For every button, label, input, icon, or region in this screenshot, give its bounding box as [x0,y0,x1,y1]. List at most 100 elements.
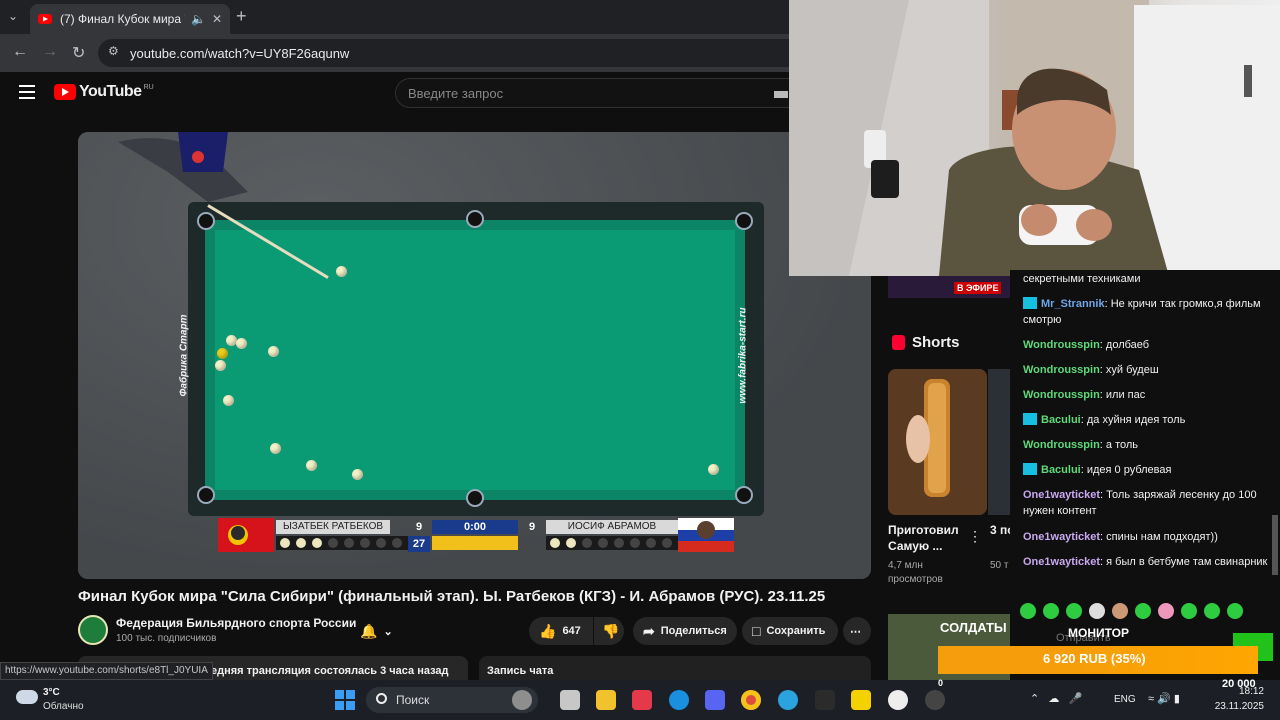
more-actions-button[interactable]: ⋯ [843,617,871,645]
telegram-icon[interactable] [778,690,798,710]
edge-icon[interactable] [669,690,689,710]
monitor-label: МОНИТОР [1068,626,1129,640]
ball [270,443,281,454]
youtube-logo[interactable]: YouTube RU [54,83,154,101]
forward-arrow-icon[interactable]: → [42,43,58,61]
youtube-search-input[interactable]: Введите запрос [395,78,790,108]
shorts-logo-icon [892,335,905,350]
chat-message: Wondrousspin: долбаеб [1023,339,1150,351]
chat-scrollbar[interactable] [1272,515,1278,575]
short-title-2[interactable]: 3 по Шта [990,522,1012,538]
subscriber-count: 100 тыс. подписчиков [116,633,217,644]
ball [268,346,279,357]
russia-flag-avatar [678,518,734,552]
player2-score: 9 [528,521,536,533]
browser-tab-active[interactable]: (7) Финал Кубок мира "Си 🔈 ✕ [30,4,230,34]
scoreboard: ЫЗАТБЕК РАТБЕКОВ 9 27 0:00 9 ИОСИФ АБРАМ… [218,518,736,552]
channel-avatar[interactable] [78,615,108,645]
taskbar-search-label: Поиск [396,693,430,707]
weather-description[interactable]: Облачно [43,701,84,712]
video-player[interactable]: Фабрика Старт www.fabrika-start.ru ЫЗАТБ… [78,132,871,579]
chat-badge-icon [1023,463,1037,475]
windows-start-icon[interactable] [335,690,355,710]
more-vert-icon[interactable]: ⋮ [968,528,982,545]
subscribe-bell-button[interactable]: 🔔 ⌄ [360,617,412,645]
discord-icon[interactable] [705,690,725,710]
player1-name: ЫЗАТБЕК РАТБЕКОВ [276,520,390,534]
address-bar[interactable]: youtube.com/watch?v=UY8F26aqunw [98,39,790,67]
chevron-down-icon: ⌄ [383,625,393,638]
system-tray-icons[interactable]: ⌃ ☁ 🎤 [1030,692,1082,705]
reload-icon[interactable]: ↻ [72,43,85,63]
chat-message: One1wayticket: я был в бетбуме там свина… [1023,556,1268,568]
short-thumbnail[interactable] [888,369,987,515]
emote-row [1020,603,1250,621]
app-red-icon[interactable] [632,690,652,710]
tab-close-icon[interactable]: ✕ [212,12,222,26]
back-arrow-icon[interactable]: ← [12,43,28,61]
pocket-bottom-middle [466,489,484,507]
youtube-header: YouTube RU Введите запрос [0,72,790,116]
chat-message: секретными техниками [1023,273,1141,285]
chat-message: Mr_Strannik: Не кричи так громко,я фильм… [1023,297,1261,326]
share-arrow-icon: ➦ [643,622,655,639]
tab-audio-icon[interactable]: 🔈 [191,12,206,26]
taskbar-date[interactable]: 23.11.2025 [1208,701,1264,712]
chat-message: Wondrousspin: или пас [1023,389,1146,401]
chat-message: Bacului: идея 0 рублевая [1023,462,1268,478]
shot-clock: 0:00 [432,520,518,534]
soccer-ball-icon[interactable] [888,690,908,710]
language-indicator[interactable]: ENG [1114,694,1136,705]
dislike-button[interactable]: 👎 [594,617,624,645]
file-explorer-icon[interactable] [596,690,616,710]
youtube-play-icon [54,84,76,100]
search-highlight-icon[interactable] [512,690,532,710]
chat-message: Wondrousspin: хуй будеш [1023,364,1159,376]
stream-info-text: едняя трансляция состоялась 3 часа назад [211,665,449,677]
browser-toolbar: ← → ↻ youtube.com/watch?v=UY8F26aqunw ⚙ [0,34,790,72]
ball [223,395,234,406]
billiard-table-cloth [205,220,745,500]
save-button[interactable]: □ Сохранить [742,617,838,645]
player1-score: 9 [415,521,423,533]
site-info-icon[interactable]: ⚙ [108,44,119,58]
short-views-2: 50 т просм [990,560,1012,571]
like-button[interactable]: 👍 647 [529,617,593,645]
search-placeholder: Введите запрос [408,85,504,101]
streamer-webcam-image [789,0,1280,276]
address-bar-url: youtube.com/watch?v=UY8F26aqunw [130,45,350,61]
obs-icon[interactable] [925,690,945,710]
chrome-icon[interactable] [741,690,761,710]
ball [352,469,363,480]
tab-list-chevron-icon[interactable]: ⌄ [8,9,18,23]
emote-icon [1089,603,1105,619]
ball [708,464,719,475]
player2-name: ИОСИФ АБРАМОВ [546,520,678,534]
network-volume-battery-icons[interactable]: ≈ 🔊 ▮ [1148,692,1180,705]
share-button[interactable]: ➦ Поделиться [633,617,737,645]
keyboard-icon[interactable] [774,91,788,98]
shot-clock-bar [432,536,518,550]
chat-message: One1wayticket: спины нам подходят)) [1023,531,1218,543]
task-view-icon[interactable] [560,690,580,710]
short-title[interactable]: Приготовил Самую ... [888,522,978,554]
app-yellow-icon[interactable] [851,690,871,710]
ball-yellow [217,348,228,359]
more-dots-icon: ⋯ [850,625,861,638]
emote-icon [1112,603,1128,619]
cloud-icon[interactable] [16,690,38,704]
bookmark-icon: □ [752,623,761,639]
status-bar-url: https://www.youtube.com/shorts/e8Tl_J0YU… [0,662,213,680]
pocket-top-middle [466,210,484,228]
channel-name[interactable]: Федерация Бильярдного спорта России [116,616,356,630]
chat-replay-header[interactable]: Запись чата [479,656,871,680]
short-thumbnail-2[interactable] [988,369,1010,515]
taskbar-time[interactable]: 18:12 [1220,686,1264,697]
hamburger-menu-icon[interactable] [19,85,35,99]
ball [236,338,247,349]
new-tab-plus-icon[interactable]: + [236,6,247,27]
emote-icon [1204,603,1220,619]
browser-tab-bar: ⌄ (7) Финал Кубок мира "Си 🔈 ✕ + [0,0,790,34]
weather-temperature[interactable]: 3°C [43,687,60,698]
sparkle-app-icon[interactable] [815,690,835,710]
